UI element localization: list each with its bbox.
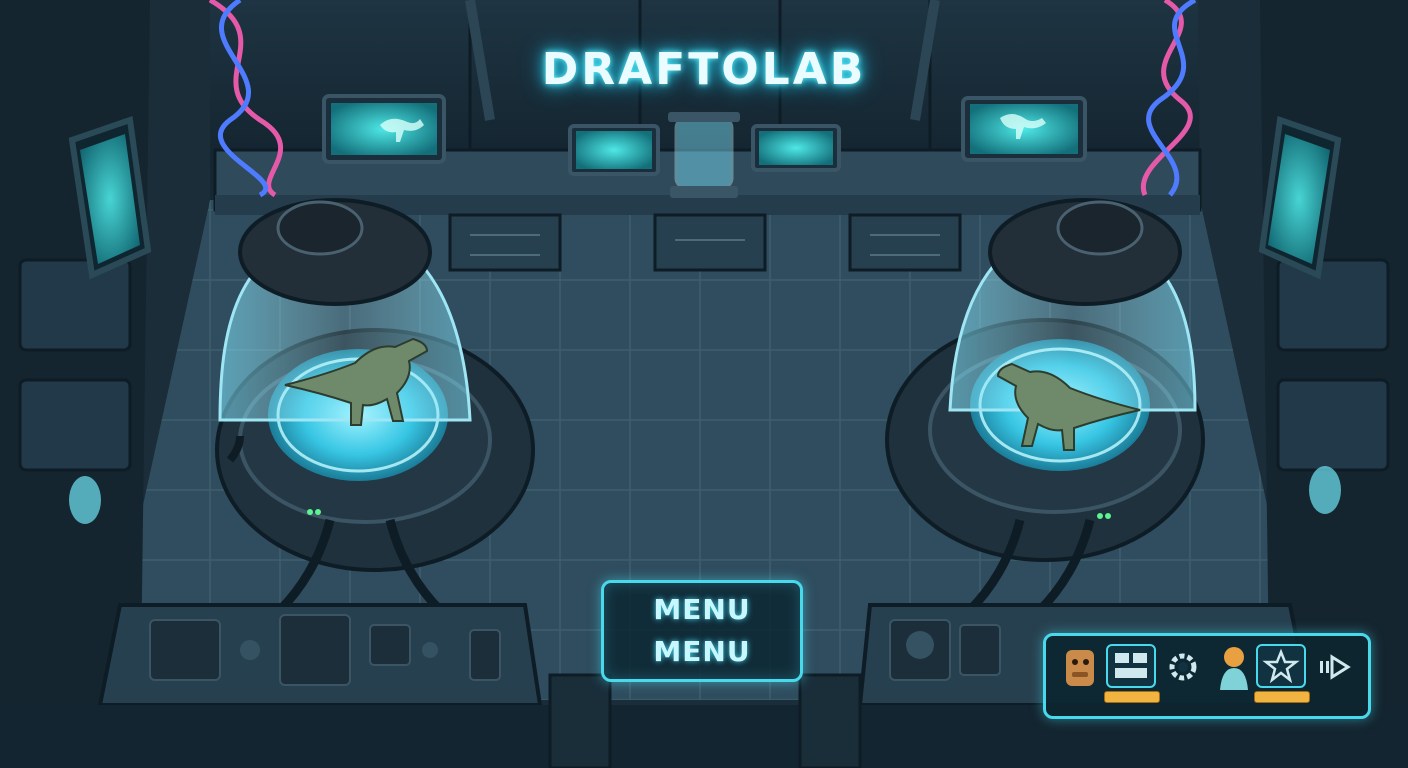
fast-forward-icon[interactable]: [1318, 652, 1352, 682]
menu-button[interactable]: MENU MENU: [601, 580, 803, 682]
grid-panel-icon[interactable]: [1106, 644, 1156, 688]
star-badge: [1254, 691, 1310, 703]
bottom-toolbar: [1043, 633, 1371, 719]
menu-button-line-2: MENU: [653, 635, 751, 668]
game-title: DRAFTOLAB: [541, 44, 867, 95]
scientist-avatar-icon[interactable]: [1214, 642, 1254, 692]
gear-icon[interactable]: [1166, 650, 1200, 684]
star-icon[interactable]: [1256, 644, 1306, 688]
lab-scene: DRAFTOLAB MENU MENU: [0, 0, 1408, 768]
menu-button-line-1: MENU: [653, 593, 751, 626]
dino-portrait-icon[interactable]: [1060, 644, 1100, 692]
grid-panel-badge: [1104, 691, 1160, 703]
